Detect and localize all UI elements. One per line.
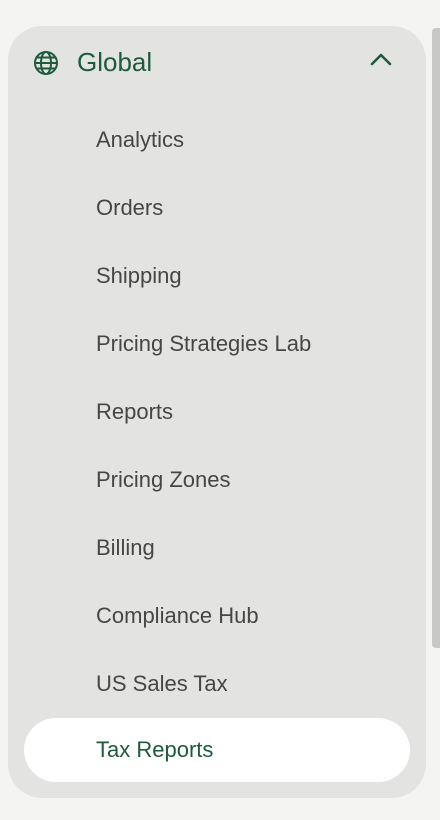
- nav-item-label: Compliance Hub: [96, 603, 259, 628]
- nav-item-label: Analytics: [96, 127, 185, 152]
- nav-item-label: Pricing Strategies Lab: [96, 331, 312, 356]
- nav-item-reports[interactable]: Reports: [8, 378, 426, 446]
- scrollbar[interactable]: [432, 28, 440, 648]
- chevron-up-icon[interactable]: [370, 52, 392, 66]
- nav-item-pricing-strategies-lab[interactable]: Pricing Strategies Lab: [8, 310, 426, 378]
- nav-item-billing[interactable]: Billing: [8, 514, 426, 582]
- nav-item-analytics[interactable]: Analytics: [8, 106, 426, 174]
- nav-item-label: Orders: [96, 195, 164, 220]
- nav-item-tax-reports[interactable]: Tax Reports: [24, 718, 410, 782]
- nav-item-label: Pricing Zones: [96, 467, 231, 492]
- nav-item-pricing-zones[interactable]: Pricing Zones: [8, 446, 426, 514]
- nav-list: Analytics Orders Shipping Pricing Strate…: [8, 106, 426, 782]
- nav-item-compliance-hub[interactable]: Compliance Hub: [8, 582, 426, 650]
- nav-item-label: Reports: [96, 399, 174, 424]
- nav-section-panel: Global Analytics Orders Shipping Pricing…: [8, 26, 426, 798]
- nav-item-label: Billing: [96, 535, 155, 560]
- nav-item-label: Tax Reports: [96, 737, 214, 762]
- section-title: Global: [77, 47, 153, 77]
- nav-item-us-sales-tax[interactable]: US Sales Tax: [8, 650, 426, 718]
- nav-item-label: US Sales Tax: [96, 671, 228, 696]
- nav-item-shipping[interactable]: Shipping: [8, 242, 426, 310]
- section-header-global[interactable]: Global: [8, 26, 426, 98]
- nav-item-label: Shipping: [96, 263, 182, 288]
- nav-item-orders[interactable]: Orders: [8, 174, 426, 242]
- globe-icon: [34, 51, 58, 75]
